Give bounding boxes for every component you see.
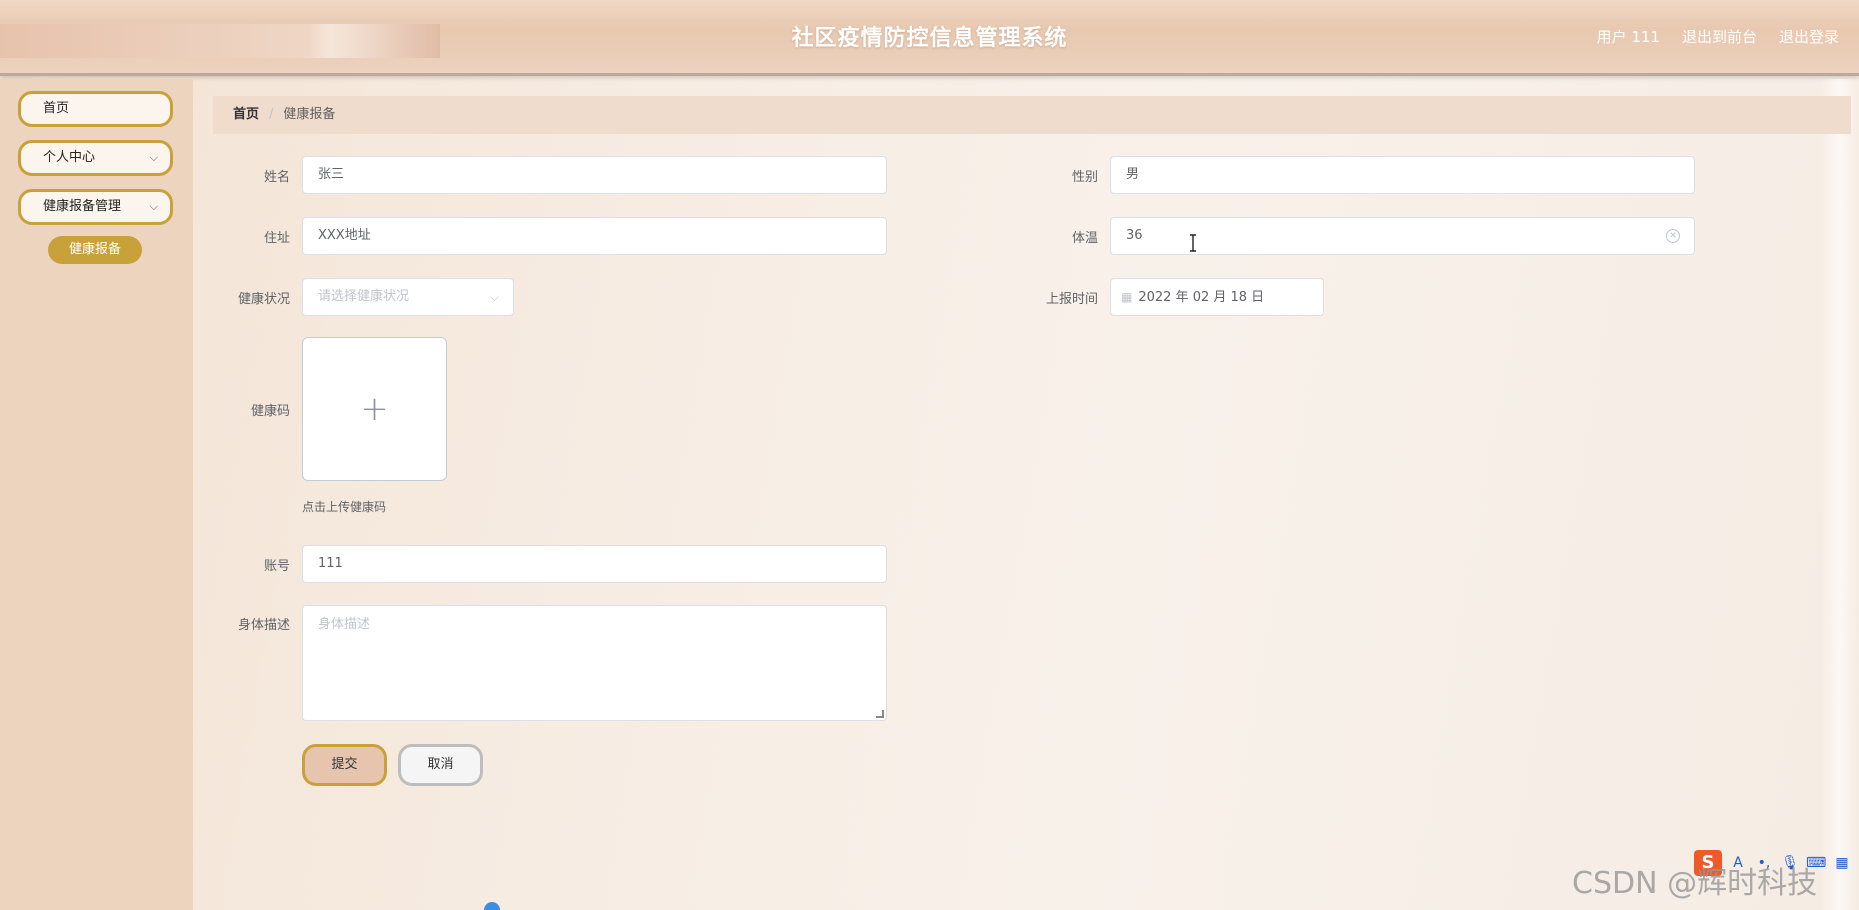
sidebar-item-health-report-mgmt[interactable]: 健康报备管理 ⌵: [18, 189, 173, 225]
breadcrumb: 首页 / 健康报备: [213, 96, 1851, 134]
resize-handle-icon[interactable]: [876, 710, 884, 718]
text-cursor-icon: [1190, 234, 1196, 252]
description-textarea[interactable]: 身体描述: [302, 605, 887, 721]
health-status-select[interactable]: 请选择健康状况 ⌵: [302, 278, 514, 316]
sidebar-subitem-health-report[interactable]: 健康报备: [48, 236, 142, 264]
account-input[interactable]: 111: [302, 545, 887, 583]
breadcrumb-home[interactable]: 首页: [233, 107, 259, 122]
scroll-indicator: [484, 902, 500, 910]
plus-icon: +: [360, 389, 389, 429]
sidebar-item-label: 健康报备管理: [43, 199, 122, 214]
name-input[interactable]: 张三: [302, 156, 887, 194]
app-header: 社区疫情防控信息管理系统 用户 111 退出到前台 退出登录: [0, 0, 1859, 76]
chevron-down-icon: ⌵: [149, 151, 158, 164]
address-label: 住址: [263, 231, 290, 246]
chevron-down-icon: ⌵: [149, 200, 158, 213]
report-time-picker[interactable]: ▦ 2022 年 02 月 18 日: [1110, 278, 1324, 316]
address-input[interactable]: XXX地址: [302, 217, 887, 255]
temperature-label: 体温: [1071, 231, 1098, 246]
temperature-value: 36: [1126, 228, 1143, 243]
report-time-label: 上报时间: [1045, 292, 1098, 307]
gender-input[interactable]: 男: [1110, 156, 1695, 194]
back-to-front-link[interactable]: 退出到前台: [1682, 26, 1757, 47]
background-highlight: [1820, 79, 1859, 910]
sidebar-item-label: 个人中心: [43, 150, 96, 165]
health-status-label: 健康状况: [237, 292, 290, 307]
app-title: 社区疫情防控信息管理系统: [791, 26, 1068, 51]
health-status-placeholder: 请选择健康状况: [318, 289, 410, 304]
account-label: 账号: [263, 559, 290, 574]
name-label: 姓名: [263, 170, 290, 185]
health-code-label: 健康码: [250, 404, 290, 419]
logout-link[interactable]: 退出登录: [1779, 26, 1839, 47]
calendar-icon: ▦: [1121, 290, 1133, 304]
gender-label: 性别: [1071, 170, 1098, 185]
upload-tip: 点击上传健康码: [302, 500, 387, 514]
submit-button[interactable]: 提交: [302, 744, 387, 786]
breadcrumb-current: 健康报备: [283, 107, 336, 122]
sidebar-item-label: 首页: [43, 101, 70, 116]
grid-menu-icon[interactable]: ▦: [1832, 853, 1852, 873]
sidebar-item-home[interactable]: 首页: [18, 91, 173, 127]
chevron-down-icon: ⌵: [489, 290, 499, 304]
header-actions: 用户 111 退出到前台 退出登录: [1597, 26, 1839, 47]
report-time-value: 2022 年 02 月 18 日: [1138, 290, 1265, 305]
sidebar: 首页 个人中心 ⌵ 健康报备管理 ⌵ 健康报备: [0, 79, 193, 910]
description-placeholder: 身体描述: [318, 617, 371, 632]
health-code-upload[interactable]: +: [302, 337, 447, 481]
cancel-button[interactable]: 取消: [398, 744, 483, 786]
breadcrumb-separator: /: [269, 107, 274, 122]
sidebar-item-personal-center[interactable]: 个人中心 ⌵: [18, 140, 173, 176]
current-user[interactable]: 用户 111: [1597, 26, 1660, 47]
description-label: 身体描述: [237, 618, 290, 633]
clear-icon[interactable]: ✕: [1666, 229, 1680, 243]
watermark: CSDN @辉时科技: [1572, 866, 1818, 901]
